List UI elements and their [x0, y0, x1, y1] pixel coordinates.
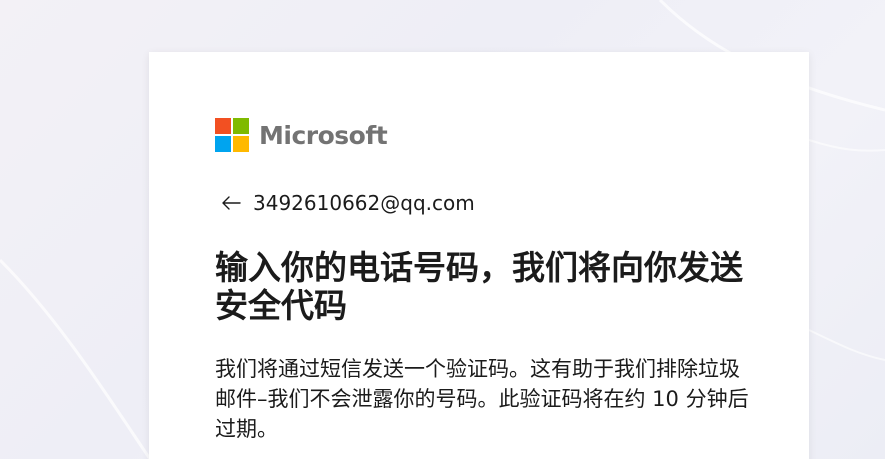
page-title: 输入你的电话号码，我们将向你发送安全代码 [215, 248, 743, 325]
account-email: 3492610662@qq.com [253, 191, 475, 215]
microsoft-logo-icon [215, 118, 249, 152]
brand-name: Microsoft [259, 120, 388, 150]
back-button[interactable] [221, 190, 247, 216]
identity-banner: 3492610662@qq.com [221, 190, 475, 216]
arrow-left-icon [222, 196, 241, 210]
microsoft-logo: Microsoft [215, 118, 388, 152]
sign-in-card: Microsoft 3492610662@qq.com 输入你的电话号码，我们将… [149, 52, 809, 459]
description-text: 我们将通过短信发送一个验证码。这有助于我们排除垃圾邮件–我们不会泄露你的号码。此… [215, 357, 749, 441]
